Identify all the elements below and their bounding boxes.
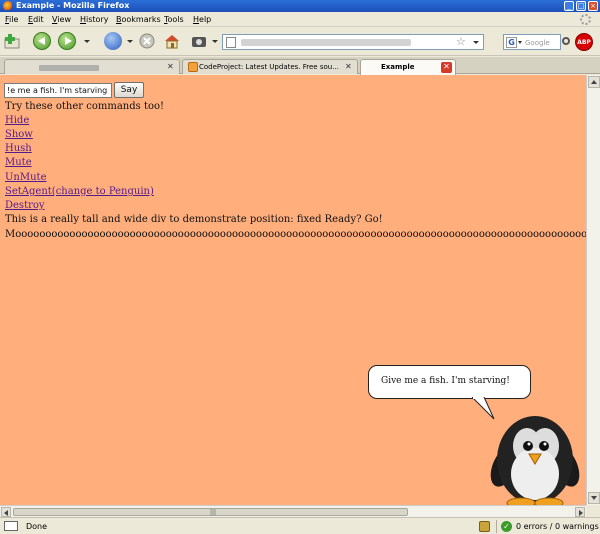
google-engine-icon[interactable]: G: [506, 37, 517, 48]
horizontal-scrollbar[interactable]: |||: [0, 505, 586, 517]
tab-example-active[interactable]: Example ✕: [360, 59, 456, 75]
menu-history[interactable]: History: [80, 15, 108, 24]
status-page-icon: [4, 521, 18, 531]
tab-bar: ✕ CodeProject: Latest Updates. Free sou.…: [0, 57, 600, 75]
firefox-logo-icon: [3, 1, 13, 11]
adblock-plus-icon[interactable]: ABP: [575, 33, 593, 51]
page-content: e me a fish. I'm starving! Say Try these…: [0, 75, 586, 505]
hush-link[interactable]: Hush: [5, 143, 32, 155]
forward-icon[interactable]: [58, 32, 76, 50]
add-bookmark-icon[interactable]: [3, 32, 21, 50]
tab-codeproject[interactable]: CodeProject: Latest Updates. Free sou...…: [182, 59, 358, 74]
scroll-grip: |||: [210, 509, 217, 516]
unmute-link[interactable]: UnMute: [5, 172, 46, 184]
window-title: Example - Mozilla Firefox: [16, 1, 130, 10]
search-box[interactable]: G Google: [503, 34, 561, 50]
status-separator: [496, 520, 497, 533]
url-text-redacted: [241, 39, 411, 46]
speech-bubble-text: Give me a fish. I'm starving!: [381, 376, 510, 386]
vertical-scrollbar[interactable]: [586, 75, 600, 505]
scroll-corner: [586, 505, 600, 517]
check-icon[interactable]: ✓: [501, 521, 512, 532]
reload-icon[interactable]: [104, 32, 122, 50]
history-dropdown-icon[interactable]: [84, 40, 90, 43]
hide-link[interactable]: Hide: [5, 115, 29, 127]
error-count-text[interactable]: 0 errors / 0 warnings: [516, 522, 599, 531]
url-dropdown-icon[interactable]: [473, 41, 479, 44]
page-favicon-icon: [226, 37, 236, 48]
destroy-link[interactable]: Destroy: [5, 200, 45, 212]
maximize-button[interactable]: □: [576, 1, 586, 11]
menu-help[interactable]: Help: [193, 15, 211, 24]
intro-text: Try these other commands too!: [5, 101, 165, 112]
codeproject-favicon-icon: [188, 62, 198, 72]
close-tab-icon[interactable]: ✕: [345, 63, 352, 71]
minimize-button[interactable]: _: [564, 1, 574, 11]
extension-icon[interactable]: [479, 521, 490, 532]
scroll-left-icon[interactable]: [1, 507, 11, 517]
tab-title: CodeProject: Latest Updates. Free sou...: [199, 63, 339, 71]
home-icon[interactable]: [163, 32, 181, 50]
menu-tools[interactable]: Tools: [164, 15, 184, 24]
penguin-agent-icon[interactable]: [485, 408, 585, 505]
tall-div-text: This is a really tall and wide div to de…: [5, 214, 383, 225]
status-text: Done: [26, 522, 48, 531]
horizontal-scroll-thumb[interactable]: |||: [13, 508, 408, 516]
scroll-down-icon[interactable]: [588, 492, 600, 504]
activity-throbber-icon: [580, 14, 591, 25]
say-button[interactable]: Say: [114, 82, 144, 98]
show-link[interactable]: Show: [5, 129, 33, 141]
speech-bubble: Give me a fish. I'm starving!: [368, 365, 531, 399]
tab-redacted[interactable]: ✕: [4, 59, 180, 74]
menu-file[interactable]: File: [5, 15, 18, 24]
menu-bookmarks[interactable]: Bookmarks: [116, 15, 161, 24]
menu-bar: File Edit View History Bookmarks Tools H…: [0, 12, 600, 27]
speech-text-input[interactable]: e me a fish. I'm starving!: [4, 83, 112, 98]
set-agent-link[interactable]: SetAgent(change to Penguin): [5, 186, 154, 198]
url-bar[interactable]: ☆: [222, 34, 484, 50]
menu-edit[interactable]: Edit: [28, 15, 44, 24]
reload-dropdown-icon[interactable]: [127, 40, 133, 43]
back-icon[interactable]: [33, 32, 51, 50]
menu-view[interactable]: View: [52, 15, 71, 24]
close-tab-icon[interactable]: ✕: [441, 62, 452, 73]
search-input[interactable]: Google: [525, 39, 550, 47]
tab-title-redacted: [39, 65, 99, 71]
status-bar: Done ✓ 0 errors / 0 warnings: [0, 517, 600, 534]
moo-text: Mooooooooooooooooooooooooooooooooooooooo…: [5, 229, 586, 240]
search-icon[interactable]: [562, 37, 570, 45]
search-engine-dropdown-icon[interactable]: [518, 41, 522, 44]
scroll-up-icon[interactable]: [588, 76, 600, 88]
screenshot-icon[interactable]: [190, 32, 208, 50]
close-tab-icon[interactable]: ✕: [167, 63, 174, 71]
title-bar: Example - Mozilla Firefox _ □ ×: [0, 0, 600, 12]
scroll-right-icon[interactable]: [575, 507, 585, 517]
close-window-button[interactable]: ×: [588, 1, 598, 11]
mute-link[interactable]: Mute: [5, 157, 32, 169]
screenshot-dropdown-icon[interactable]: [212, 40, 218, 43]
stop-icon[interactable]: [138, 32, 156, 50]
tab-title: Example: [381, 63, 415, 71]
bookmark-star-icon[interactable]: ☆: [456, 36, 466, 48]
navigation-toolbar: ☆ G Google ABP: [0, 28, 600, 56]
